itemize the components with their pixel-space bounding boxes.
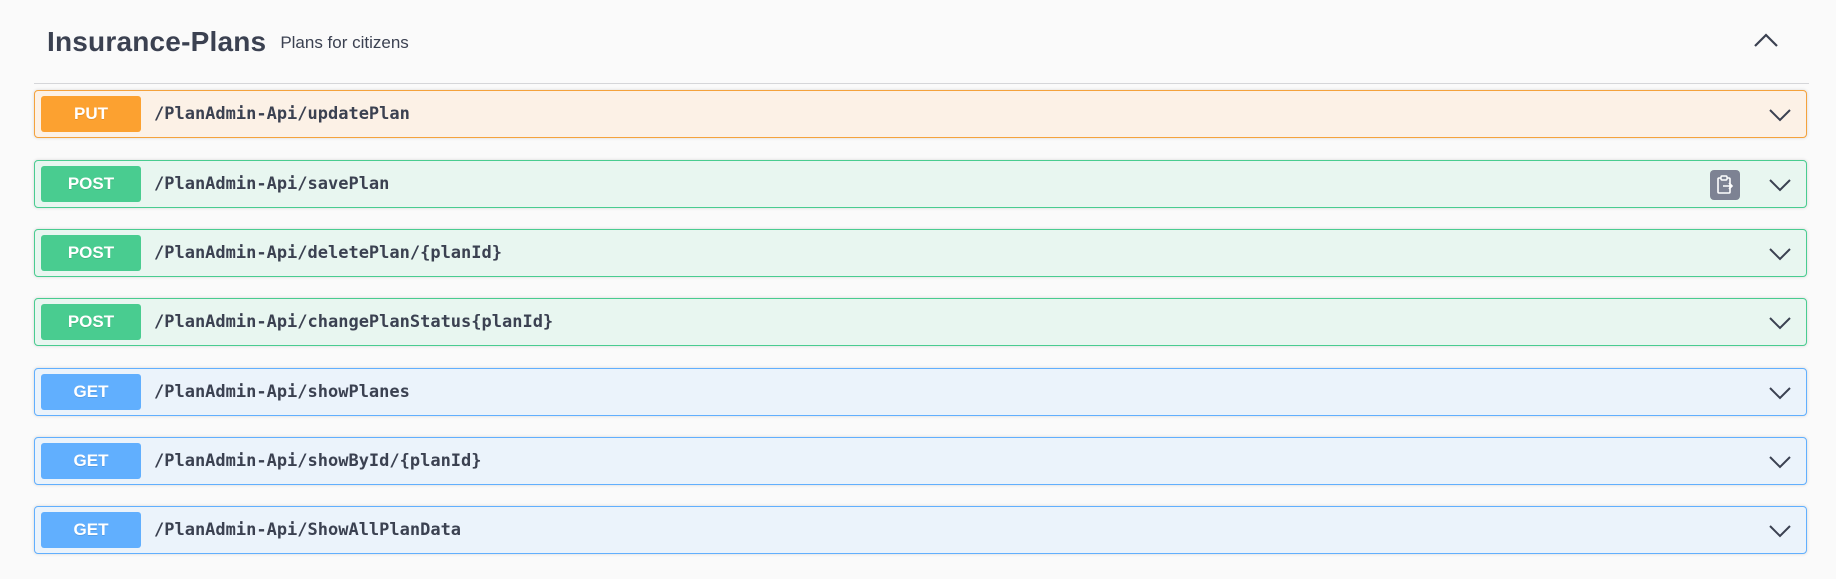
- chevron-down-icon[interactable]: [1768, 519, 1792, 543]
- operation-post-change-plan-status[interactable]: POST /PlanAdmin-Api/changePlanStatus{pla…: [34, 298, 1807, 346]
- operation-path: /PlanAdmin-Api/changePlanStatus{planId}: [154, 312, 554, 332]
- operation-put-update-plan[interactable]: PUT /PlanAdmin-Api/updatePlan: [34, 90, 1807, 138]
- operation-post-delete-plan[interactable]: POST /PlanAdmin-Api/deletePlan/{planId}: [34, 229, 1807, 277]
- operation-get-show-planes[interactable]: GET /PlanAdmin-Api/showPlanes: [34, 368, 1807, 416]
- operation-post-save-plan[interactable]: POST /PlanAdmin-Api/savePlan: [34, 160, 1807, 208]
- chevron-down-icon[interactable]: [1768, 242, 1792, 266]
- method-badge: GET: [41, 374, 141, 410]
- method-badge: PUT: [41, 96, 141, 132]
- tag-header[interactable]: Insurance-Plans Plans for citizens: [34, 0, 1809, 84]
- method-badge: POST: [41, 235, 141, 271]
- operation-path: /PlanAdmin-Api/ShowAllPlanData: [154, 520, 462, 540]
- method-badge: POST: [41, 166, 141, 202]
- chevron-up-icon: [1754, 33, 1778, 47]
- operation-get-show-by-id[interactable]: GET /PlanAdmin-Api/showById/{planId}: [34, 437, 1807, 485]
- chevron-down-icon[interactable]: [1768, 103, 1792, 127]
- chevron-down-icon[interactable]: [1768, 311, 1792, 335]
- tag-description: Plans for citizens: [280, 33, 409, 52]
- tag-title[interactable]: Insurance-Plans: [47, 26, 266, 58]
- method-badge: POST: [41, 304, 141, 340]
- copy-path-button[interactable]: [1710, 170, 1740, 200]
- operation-get-show-all-plan-data[interactable]: GET /PlanAdmin-Api/ShowAllPlanData: [34, 506, 1807, 554]
- operation-path: /PlanAdmin-Api/deletePlan/{planId}: [154, 243, 502, 263]
- chevron-down-icon[interactable]: [1768, 173, 1792, 197]
- operation-path: /PlanAdmin-Api/updatePlan: [154, 104, 410, 124]
- method-badge: GET: [41, 512, 141, 548]
- operation-path: /PlanAdmin-Api/showPlanes: [154, 382, 410, 402]
- chevron-down-icon[interactable]: [1768, 381, 1792, 405]
- collapse-button[interactable]: [1751, 28, 1781, 52]
- method-badge: GET: [41, 443, 141, 479]
- clipboard-icon: [1717, 175, 1734, 194]
- operation-path: /PlanAdmin-Api/savePlan: [154, 174, 390, 194]
- chevron-down-icon[interactable]: [1768, 450, 1792, 474]
- operation-path: /PlanAdmin-Api/showById/{planId}: [154, 451, 482, 471]
- insurance-plans-section: Insurance-Plans Plans for citizens PUT /…: [34, 0, 1809, 554]
